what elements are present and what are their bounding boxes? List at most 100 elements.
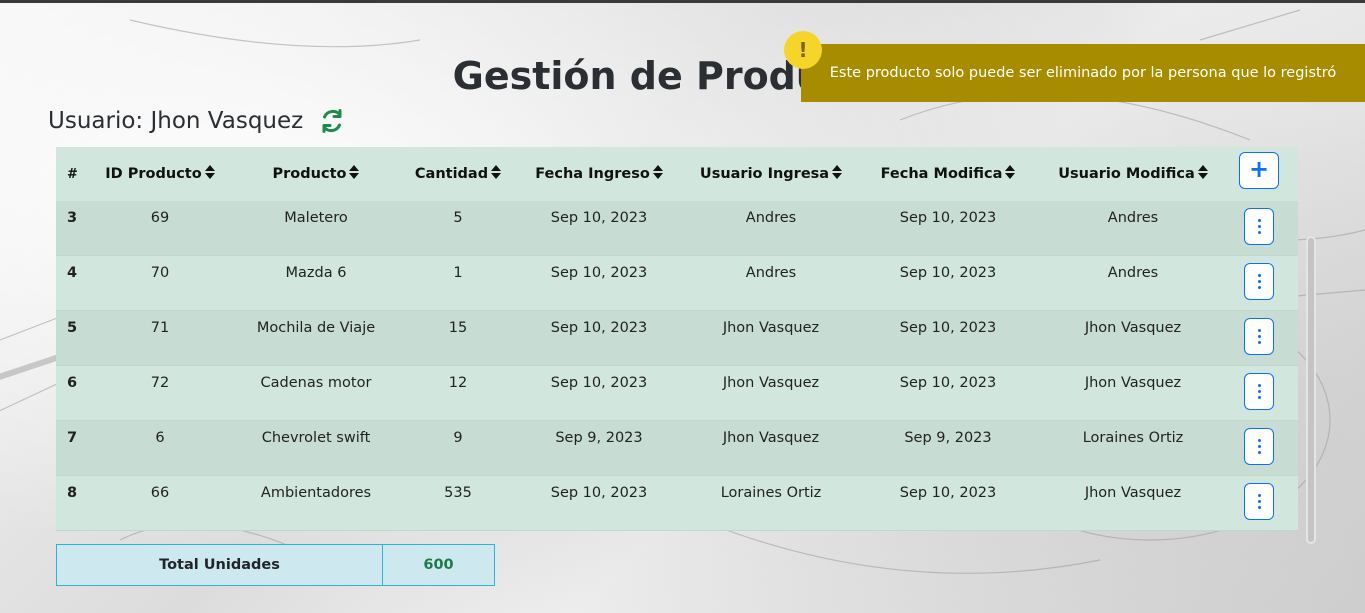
kebab-dot-icon (1257, 286, 1261, 289)
cell-user-in: Jhon Vasquez (722, 320, 820, 336)
current-user-label: Usuario: Jhon Vasquez (48, 108, 304, 134)
cell-date-in: Sep 10, 2023 (550, 485, 648, 501)
table-row: 8 66 Ambientadores 535 Sep 10, 2023 Loraines … (56, 476, 1298, 531)
cell-quantity: 1 (453, 265, 463, 281)
cell-product-id: 72 (150, 375, 170, 391)
kebab-dot-icon (1257, 329, 1261, 332)
cell-product-id: 70 (150, 265, 170, 281)
add-product-button[interactable]: + (1239, 151, 1279, 189)
cell-date-mod: Sep 10, 2023 (899, 265, 997, 281)
total-units-label: Total Unidades (57, 545, 383, 585)
more-options-button[interactable] (1244, 428, 1274, 465)
sort-icon (652, 165, 663, 183)
cell-product-name: Chevrolet swift (261, 430, 371, 446)
more-options-button[interactable] (1244, 263, 1274, 300)
total-units-value: 600 (423, 557, 454, 573)
cell-product-name: Maletero (284, 210, 348, 226)
add-column: + (1220, 151, 1298, 189)
cell-product-name: Ambientadores (260, 485, 372, 501)
sort-icon (491, 165, 502, 183)
column-header-qty[interactable]: Cantidad (410, 165, 506, 183)
row-actions (1220, 208, 1298, 245)
cell-product-name: Cadenas motor (260, 375, 372, 391)
cell-product-id: 69 (150, 210, 170, 226)
sort-icon (349, 165, 360, 183)
cell-user-mod: Andres (1107, 210, 1159, 226)
more-options-button[interactable] (1244, 373, 1274, 410)
cell-user-mod: Jhon Vasquez (1084, 485, 1182, 501)
cell-num: 3 (67, 210, 78, 226)
cell-user-in: Andres (745, 210, 797, 226)
cell-quantity: 5 (453, 210, 463, 226)
kebab-dot-icon (1257, 500, 1261, 503)
cell-user-in: Jhon Vasquez (722, 430, 820, 446)
kebab-dot-icon (1257, 225, 1261, 228)
kebab-dot-icon (1257, 341, 1261, 344)
column-header-product[interactable]: Producto (222, 165, 410, 183)
table-header: # ID Producto Producto Cantidad Fecha In… (56, 147, 1298, 201)
sort-icon (1005, 165, 1016, 183)
sort-icon (832, 165, 843, 183)
warning-toast[interactable]: Este producto solo puede ser eliminado p… (801, 44, 1365, 102)
cell-num: 5 (67, 320, 78, 336)
top-border (0, 0, 1365, 3)
kebab-dot-icon (1257, 494, 1261, 497)
total-units-box: Total Unidades 600 (56, 544, 495, 586)
kebab-dot-icon (1257, 219, 1261, 222)
cell-user-mod: Andres (1107, 265, 1159, 281)
cell-product-name: Mochila de Viaje (256, 320, 376, 336)
cell-date-mod: Sep 9, 2023 (904, 430, 992, 446)
cell-date-in: Sep 10, 2023 (550, 265, 648, 281)
kebab-dot-icon (1257, 231, 1261, 234)
cell-num: 8 (67, 485, 78, 501)
kebab-dot-icon (1257, 390, 1261, 393)
cell-product-id: 6 (155, 430, 165, 446)
table-row: 5 71 Mochila de Viaje 15 Sep 10, 2023 Jhon Va… (56, 311, 1298, 366)
exclamation-icon: ! (784, 31, 822, 69)
kebab-dot-icon (1257, 384, 1261, 387)
cell-user-mod: Jhon Vasquez (1084, 320, 1182, 336)
kebab-dot-icon (1257, 274, 1261, 277)
row-actions (1220, 428, 1298, 465)
toast-message: Este producto solo puede ser eliminado p… (829, 65, 1337, 81)
row-actions (1220, 373, 1298, 410)
cell-date-in: Sep 10, 2023 (550, 210, 648, 226)
cell-quantity: 535 (444, 485, 472, 501)
column-header-date-in[interactable]: Fecha Ingreso (506, 165, 692, 183)
cell-user-mod: Jhon Vasquez (1084, 375, 1182, 391)
products-table: # ID Producto Producto Cantidad Fecha In… (56, 147, 1298, 531)
table-row: 4 70 Mazda 6 1 Sep 10, 2023 Andres Sep 10, 202… (56, 256, 1298, 311)
cell-date-mod: Sep 10, 2023 (899, 375, 997, 391)
cell-date-in: Sep 10, 2023 (550, 320, 648, 336)
more-options-button[interactable] (1244, 483, 1274, 520)
kebab-dot-icon (1257, 280, 1261, 283)
kebab-dot-icon (1257, 451, 1261, 454)
kebab-dot-icon (1257, 335, 1261, 338)
row-actions (1220, 263, 1298, 300)
table-row: 3 69 Maletero 5 Sep 10, 2023 Andres Sep 10, 20… (56, 201, 1298, 256)
cell-quantity: 15 (448, 320, 468, 336)
refresh-icon[interactable] (319, 108, 345, 134)
more-options-button[interactable] (1244, 208, 1274, 245)
column-header-user-mod[interactable]: Usuario Modifica (1046, 165, 1220, 183)
sort-icon (204, 165, 215, 183)
table-row: 7 6 Chevrolet swift 9 Sep 9, 2023 Jhon Vasque… (56, 421, 1298, 476)
column-header-id[interactable]: ID Producto (98, 165, 222, 183)
column-header-user-in[interactable]: Usuario Ingresa (692, 165, 850, 183)
cell-user-mod: Loraines Ortiz (1082, 430, 1184, 446)
more-options-button[interactable] (1244, 318, 1274, 355)
row-actions (1220, 483, 1298, 520)
cell-date-in: Sep 10, 2023 (550, 375, 648, 391)
scrollbar-thumb[interactable] (1308, 238, 1314, 542)
column-header-date-mod[interactable]: Fecha Modifica (850, 165, 1046, 183)
cell-product-id: 66 (150, 485, 170, 501)
cell-user-in: Jhon Vasquez (722, 375, 820, 391)
cell-date-in: Sep 9, 2023 (555, 430, 643, 446)
cell-date-mod: Sep 10, 2023 (899, 320, 997, 336)
cell-date-mod: Sep 10, 2023 (899, 485, 997, 501)
column-header-num: # (67, 166, 78, 182)
cell-user-in: Loraines Ortiz (720, 485, 822, 501)
kebab-dot-icon (1257, 506, 1261, 509)
cell-quantity: 9 (453, 430, 463, 446)
kebab-dot-icon (1257, 439, 1261, 442)
